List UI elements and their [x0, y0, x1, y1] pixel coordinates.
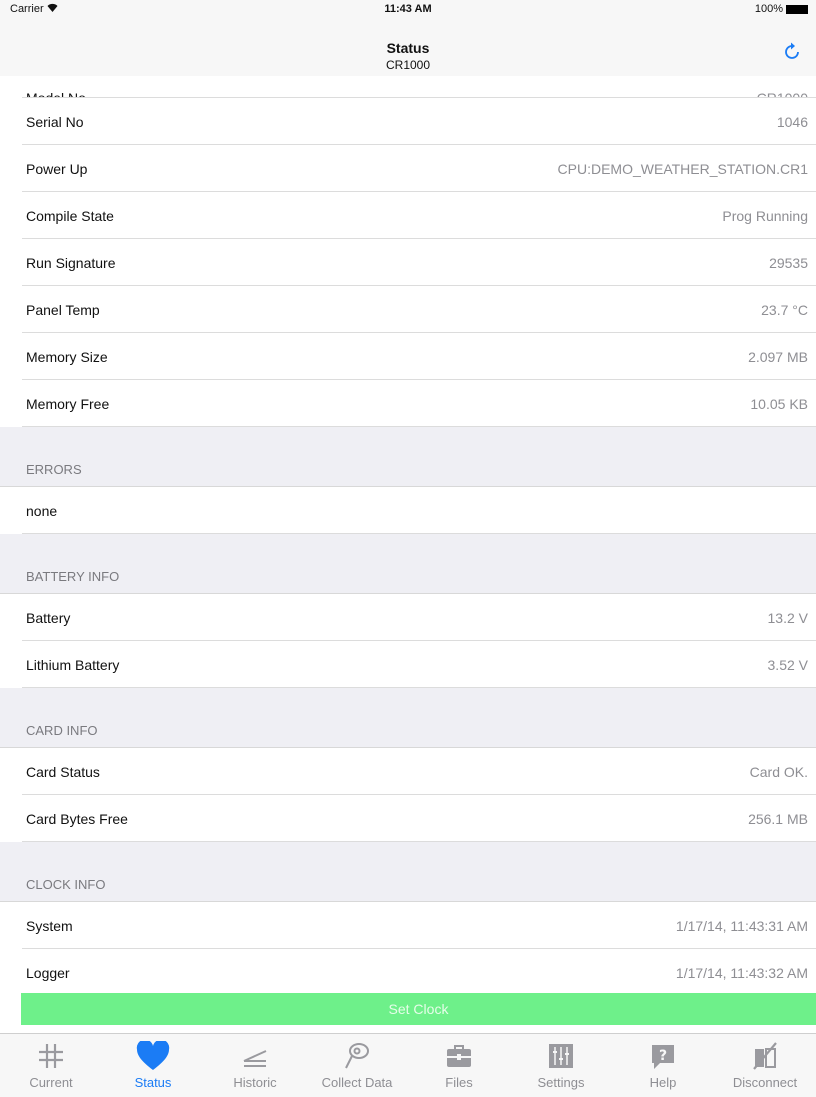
list-row-lithium-battery: Lithium Battery 3.52 V: [0, 641, 816, 688]
tab-historic[interactable]: Historic: [204, 1034, 306, 1097]
sliders-icon: [546, 1040, 576, 1072]
row-value: 10.05 KB: [750, 395, 808, 412]
row-label: Compile State: [26, 207, 114, 224]
list-row-system-clock: System 1/17/14, 11:43:31 AM: [0, 902, 816, 949]
list-row-serial-no: Serial No 1046: [0, 98, 816, 145]
list-row-power-up: Power Up CPU:DEMO_WEATHER_STATION.CR1: [0, 145, 816, 192]
tab-label: Help: [649, 1075, 677, 1090]
tab-bar: Current Status Historic Collect Data Fil…: [0, 1033, 816, 1097]
tab-collect-data[interactable]: Collect Data: [306, 1034, 408, 1097]
list-row-panel-temp: Panel Temp 23.7 °C: [0, 286, 816, 333]
disconnect-icon: [750, 1040, 780, 1072]
list-row-card-bytes-free: Card Bytes Free 256.1 MB: [0, 795, 816, 842]
hash-icon: [36, 1040, 66, 1072]
list-row-model-no: Model No CR1000: [0, 77, 816, 106]
row-value: 13.2 V: [767, 609, 808, 626]
list-row-logger-clock: Logger 1/17/14, 11:43:32 AM: [0, 949, 816, 996]
list-row-memory-size: Memory Size 2.097 MB: [0, 333, 816, 380]
list-row-compile-state: Compile State Prog Running: [0, 192, 816, 239]
row-value: 256.1 MB: [748, 810, 808, 827]
row-label: Panel Temp: [26, 301, 100, 318]
row-value: 29535: [769, 254, 808, 271]
tab-disconnect[interactable]: Disconnect: [714, 1034, 816, 1097]
status-bar: Carrier 11:43 AM 100%: [0, 0, 816, 20]
row-value: 2.097 MB: [748, 348, 808, 365]
navigation-bar: Status CR1000: [0, 20, 816, 76]
briefcase-icon: [444, 1040, 474, 1072]
row-value: Prog Running: [722, 207, 808, 224]
help-icon: ?: [648, 1040, 678, 1072]
tab-status[interactable]: Status: [102, 1034, 204, 1097]
page-subtitle: CR1000: [385, 58, 431, 72]
row-label: Lithium Battery: [26, 656, 120, 673]
page-title: Status: [386, 40, 430, 56]
tab-label: Historic: [233, 1075, 277, 1090]
row-label: Card Bytes Free: [26, 810, 128, 827]
row-label: Memory Free: [26, 395, 110, 412]
battery-icon: [786, 4, 808, 14]
status-time: 11:43 AM: [384, 3, 432, 15]
section-header-battery-info: BATTERY INFO: [0, 534, 816, 594]
row-value: 3.52 V: [767, 656, 808, 673]
row-value: 1/17/14, 11:43:32 AM: [675, 964, 808, 981]
tab-help[interactable]: ? Help: [612, 1034, 714, 1097]
row-label: System: [26, 917, 73, 934]
row-label: Run Signature: [26, 254, 116, 271]
heart-icon: [136, 1040, 170, 1072]
collect-icon: [342, 1040, 372, 1072]
row-label: Serial No: [26, 113, 84, 130]
battery-indicator: 100%: [755, 3, 808, 15]
list-row-errors: none: [0, 487, 816, 534]
row-label: Power Up: [26, 160, 88, 177]
list-row-battery: Battery 13.2 V: [0, 594, 816, 641]
tab-label: Disconnect: [732, 1075, 798, 1090]
row-label: Logger: [26, 964, 70, 981]
section-header-clock-info: CLOCK INFO: [0, 842, 816, 902]
list-row-memory-free: Memory Free 10.05 KB: [0, 380, 816, 427]
tab-label: Files: [445, 1075, 473, 1090]
tab-current[interactable]: Current: [0, 1034, 102, 1097]
section-header-errors: ERRORS: [0, 427, 816, 487]
tab-files[interactable]: Files: [408, 1034, 510, 1097]
tab-settings[interactable]: Settings: [510, 1034, 612, 1097]
svg-text:?: ?: [659, 1048, 667, 1064]
row-value: CPU:DEMO_WEATHER_STATION.CR1: [557, 160, 808, 177]
row-value: 1/17/14, 11:43:31 AM: [675, 917, 808, 934]
tab-label: Settings: [537, 1075, 585, 1090]
tab-label: Collect Data: [321, 1075, 393, 1090]
battery-percent: 100%: [754, 3, 783, 15]
set-clock-button[interactable]: Set Clock: [21, 993, 816, 1025]
row-label: Battery: [26, 609, 71, 626]
row-value: Card OK.: [749, 763, 808, 780]
historic-icon: [240, 1040, 270, 1072]
list-row-card-status: Card Status Card OK.: [0, 748, 816, 795]
row-label: none: [26, 502, 58, 519]
refresh-icon[interactable]: [784, 42, 802, 60]
row-value: 1046: [776, 113, 808, 130]
section-header-card-info: CARD INFO: [0, 688, 816, 748]
row-value: 23.7 °C: [761, 301, 808, 318]
row-label: Card Status: [26, 763, 100, 780]
tab-label: Status: [134, 1075, 172, 1090]
status-list[interactable]: Model No CR1000 Serial No 1046 Power Up …: [0, 77, 816, 1027]
list-row-run-signature: Run Signature 29535: [0, 239, 816, 286]
tab-label: Current: [29, 1075, 73, 1090]
row-label: Memory Size: [26, 348, 108, 365]
